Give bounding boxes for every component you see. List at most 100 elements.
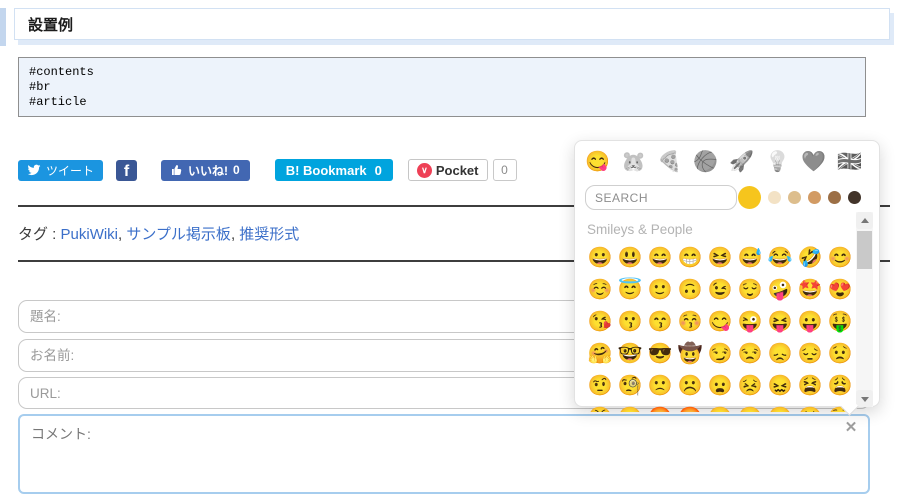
emoji-cell[interactable]: 😤 (585, 402, 615, 412)
emoji-cell[interactable]: 😎 (645, 338, 675, 370)
emoji-cell[interactable]: 😟 (825, 338, 855, 370)
scroll-up-button[interactable] (856, 212, 873, 229)
emoji-cell[interactable]: 🤗 (585, 338, 615, 370)
emoji-cell[interactable]: 😣 (735, 370, 765, 402)
like-count: 0 (233, 163, 240, 177)
tag-link[interactable]: サンプル掲示板 (126, 226, 231, 243)
skin-tone-dot[interactable] (828, 191, 841, 204)
tag-link[interactable]: 推奨形式 (239, 226, 299, 243)
emoji-cell[interactable]: ☺️ (585, 274, 615, 306)
emoji-cell[interactable]: 😋 (705, 306, 735, 338)
emoji-cell[interactable]: 🤬 (645, 402, 675, 412)
scrollbar-thumb[interactable] (857, 231, 872, 269)
emoji-cell[interactable]: 😃 (615, 242, 645, 274)
hatena-label: B! Bookmark (285, 162, 367, 178)
comment-textarea[interactable] (18, 414, 870, 494)
emoji-cell[interactable]: 😡 (675, 402, 705, 412)
emoji-category-tab-animals-nature[interactable]: 🐹 (620, 149, 647, 176)
emoji-cell[interactable]: ☹️ (675, 370, 705, 402)
emoji-cell[interactable]: 🤩 (795, 274, 825, 306)
skin-tone-dot[interactable] (738, 186, 761, 209)
emoji-picker-close-icon[interactable]: ✕ (842, 419, 860, 437)
emoji-cell[interactable]: 😏 (705, 338, 735, 370)
scrollbar[interactable] (856, 212, 873, 407)
scroll-down-button[interactable] (856, 390, 873, 407)
page-title: 設置例 (28, 16, 74, 34)
emoji-cell[interactable]: 😖 (765, 370, 795, 402)
emoji-cell[interactable]: 🥺 (795, 402, 825, 412)
emoji-cell[interactable]: 😑 (765, 402, 795, 412)
emoji-cell[interactable]: 😄 (645, 242, 675, 274)
facebook-share-button[interactable]: f (116, 159, 138, 181)
emoji-cell[interactable]: 🙃 (675, 274, 705, 306)
emoji-cell[interactable]: 😀 (585, 242, 615, 274)
tags-label: タグ : (18, 226, 57, 243)
tweet-button[interactable]: ツイート (18, 159, 104, 181)
emoji-cell[interactable]: 😊 (825, 242, 855, 274)
emoji-category-tab-smileys-people[interactable]: 😋 (584, 149, 611, 176)
emoji-cell[interactable]: 😞 (765, 338, 795, 370)
emoji-cell[interactable]: 😛 (795, 306, 825, 338)
emoji-picker-panel: 😋 🐹 🍕 🏀 🚀 💡 ❤️ 🇬🇧 Smileys & People 😀😃😄😁😆😅😂🤣😊 ☺️😇… (574, 140, 880, 416)
emoji-cell[interactable]: 😠 (615, 402, 645, 412)
emoji-category-tab-symbols[interactable]: ❤️ (800, 149, 827, 176)
emoji-category-tab-objects[interactable]: 💡 (764, 149, 791, 176)
emoji-cell[interactable]: 😩 (825, 370, 855, 402)
emoji-cell[interactable]: 😂 (765, 242, 795, 274)
like-button-label: いいね! (188, 163, 229, 178)
emoji-cell[interactable]: 😘 (585, 306, 615, 338)
emoji-cell[interactable]: 😁 (675, 242, 705, 274)
emoji-cell[interactable]: 🙁 (645, 370, 675, 402)
emoji-cell[interactable]: 😇 (615, 274, 645, 306)
emoji-cell[interactable]: 😅 (735, 242, 765, 274)
emoji-cell[interactable]: 😆 (705, 242, 735, 274)
emoji-cell[interactable]: 😚 (675, 306, 705, 338)
emoji-cell[interactable]: 😜 (735, 306, 765, 338)
tag-link[interactable]: PukiWiki (61, 226, 119, 243)
page-accent-bar (0, 8, 6, 46)
emoji-cell[interactable]: 😍 (825, 274, 855, 306)
hatena-bookmark-button[interactable]: B! Bookmark 0 (274, 159, 393, 181)
emoji-category-tab-food-drink[interactable]: 🍕 (656, 149, 683, 176)
emoji-cell[interactable]: 🤑 (825, 306, 855, 338)
emoji-cell[interactable]: 😙 (645, 306, 675, 338)
emoji-cell[interactable]: 🤨 (585, 370, 615, 402)
emoji-cell[interactable]: 😌 (735, 274, 765, 306)
pocket-logo-icon: ∨ (416, 162, 432, 178)
emoji-category-tab-travel-places[interactable]: 🚀 (728, 149, 755, 176)
tweet-button-label: ツイート (46, 163, 95, 178)
pocket-button[interactable]: ∨ Pocket (407, 159, 488, 181)
social-share-row: ツイート f いいね! 0 B! Bookmark 0 ∨ Pocket 0 (18, 158, 517, 182)
skin-tone-dot[interactable] (848, 191, 861, 204)
emoji-cell[interactable]: 🤓 (615, 338, 645, 370)
emoji-cell[interactable]: 😦 (705, 370, 735, 402)
emoji-cell[interactable]: 😔 (795, 338, 825, 370)
page-heading-box: 設置例 (14, 8, 890, 40)
emoji-cell[interactable]: 😉 (705, 274, 735, 306)
emoji-grid: 😀 😃 😄 😁 😆 😅 😂 🤣 😊 ☺️ 😇 🙂 🙃 😉 😌 🤪 🤩 😍 😘 😗 😙 😚 😋 😜 😝 😛 🤑 🤗 🤓 😎 🤠 😏 😒 😞 😔 😟 🤨 🧐 🙁… (585, 242, 879, 412)
emoji-cell[interactable]: 😗 (615, 306, 645, 338)
emoji-category-tab-activity[interactable]: 🏀 (692, 149, 719, 176)
skin-tone-dot[interactable] (788, 191, 801, 204)
emoji-scroll-area: Smileys & People 😀 😃 😄 😁 😆 😅 😂 🤣 😊 ☺️ 😇 🙂 🙃 😉 😌 🤪 🤩 😍 😘 😗 😙 😚… (575, 216, 879, 412)
emoji-cell[interactable]: 😝 (765, 306, 795, 338)
facebook-like-button[interactable]: いいね! 0 (161, 159, 250, 181)
skin-tone-dot[interactable] (768, 191, 781, 204)
emoji-cell[interactable]: 😐 (735, 402, 765, 412)
emoji-section-title: Smileys & People (587, 222, 693, 237)
emoji-cell[interactable]: 🙂 (645, 274, 675, 306)
emoji-cell[interactable]: 😒 (735, 338, 765, 370)
emoji-search-row (575, 180, 879, 216)
hatena-count: 0 (374, 162, 382, 178)
code-block-text: #contents #br #article (29, 65, 94, 109)
skin-tone-dot[interactable] (808, 191, 821, 204)
emoji-cell[interactable]: 🤣 (795, 242, 825, 274)
pocket-count-chip[interactable]: 0 (492, 159, 517, 181)
emoji-cell[interactable]: 🧐 (615, 370, 645, 402)
emoji-category-tab-flags[interactable]: 🇬🇧 (836, 149, 863, 176)
emoji-cell[interactable]: 😶 (705, 402, 735, 412)
emoji-cell[interactable]: 🤪 (765, 274, 795, 306)
emoji-cell[interactable]: 😫 (795, 370, 825, 402)
emoji-cell[interactable]: 🤠 (675, 338, 705, 370)
emoji-search-input[interactable] (585, 185, 737, 210)
